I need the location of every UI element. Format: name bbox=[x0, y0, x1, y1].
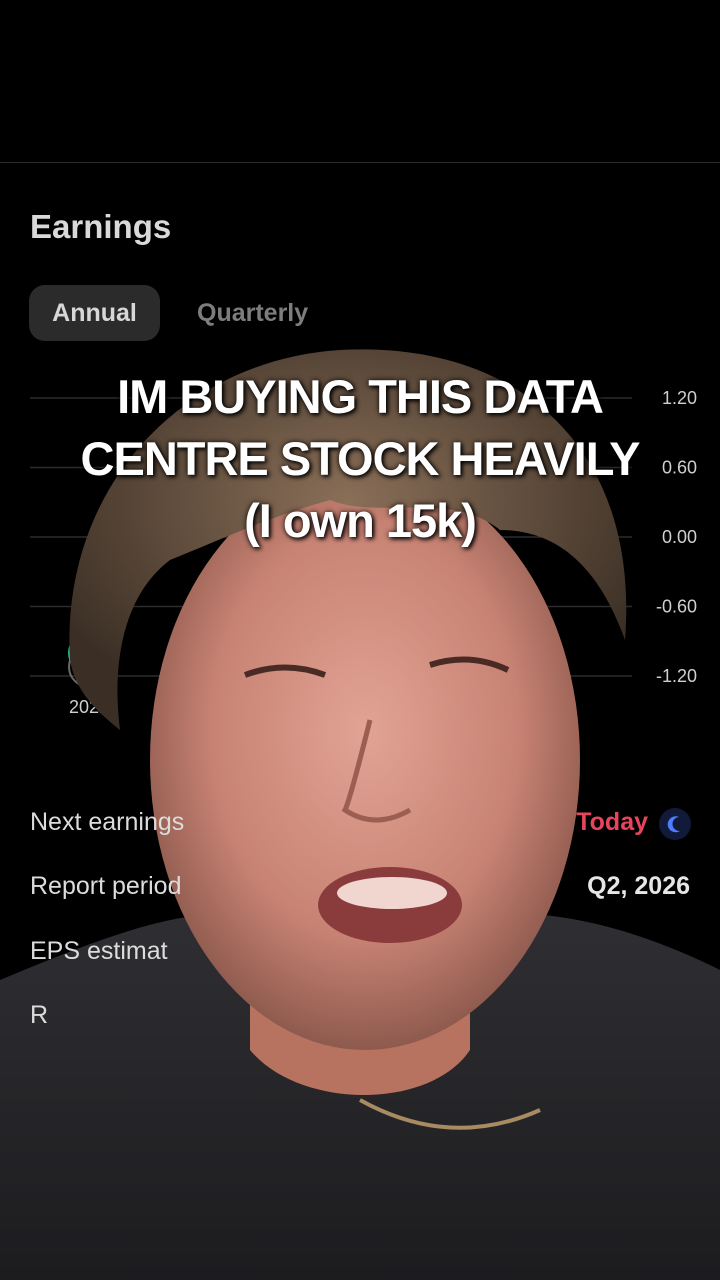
video-caption: IM BUYING THIS DATA CENTRE STOCK HEAVILY… bbox=[0, 366, 720, 552]
top-divider bbox=[0, 162, 720, 163]
report-period-value: Q2, 2026 bbox=[587, 872, 690, 900]
next-earnings-value: Today bbox=[576, 808, 648, 836]
caption-line-2: CENTRE STOCK HEAVILY bbox=[80, 432, 641, 485]
next-earnings-label: Next earnings bbox=[30, 808, 185, 836]
moon-icon bbox=[659, 808, 691, 840]
earnings-title: Earnings bbox=[30, 208, 172, 245]
caption-line-1: IM BUYING THIS DATA bbox=[117, 370, 604, 423]
caption-line-3: (I own 15k) bbox=[244, 494, 477, 547]
partial-row-label: R bbox=[30, 1001, 49, 1029]
report-period-label: Report period bbox=[30, 872, 182, 900]
eps-estimate-label: EPS estimat bbox=[30, 937, 168, 965]
